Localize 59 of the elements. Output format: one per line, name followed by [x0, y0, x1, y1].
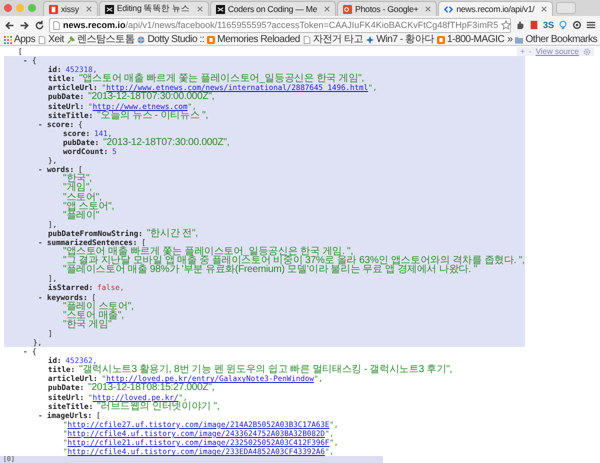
json-value: "앱스토어 매출 빠르게 쫓는 플레이스토어_일등공신은 한국 게임. ", — [63, 247, 354, 256]
bookmark-item[interactable]: 렌스탐스토톰 — [66, 34, 134, 45]
star-icon — [366, 36, 374, 44]
json-value: "그 결과 지난달 모바일 앱 매출 중 플레이스토어 비중이 37%로 올라 63%인 앱스토어와의 격차를 좁혔다. ", — [63, 256, 525, 266]
json-value: "플레이" — [63, 210, 100, 220]
bookmark-item[interactable]: 자전거 타고 — [302, 34, 364, 45]
json-value: "한시간 전", — [146, 228, 198, 238]
back-icon[interactable] — [4, 20, 15, 30]
json-value: "한국", — [63, 174, 92, 184]
browser-tab[interactable]: news.recom.io/api/v1/ — [438, 1, 554, 16]
tool-icon — [66, 36, 75, 44]
bookmark-item[interactable]: Xeit — [38, 34, 64, 45]
bookmark-item[interactable]: 1-800-MAGIC — [437, 34, 504, 45]
json-value: "오늘의 뉴스 - 이티뉴스 ", — [97, 110, 208, 120]
json-value: "2013-12-18T07:30:00.000Z", — [103, 138, 230, 148]
bookmark-item[interactable]: Dotty Studio :: — [137, 34, 204, 45]
bulb-icon[interactable] — [558, 20, 568, 30]
close-icon[interactable] — [324, 6, 330, 12]
json-value: "플레이 스토어", — [63, 302, 134, 311]
json-value: "플레이스토어 매출 98%가 '부분 유료화(Freemium) 모델'이라 불리는 무료 앱 경제에서 나왔다. " — [63, 265, 477, 274]
hand-icon[interactable] — [514, 20, 525, 30]
close-icon[interactable] — [541, 6, 548, 12]
json-value: "스토어 매출", — [63, 310, 124, 320]
json-value: "갤럭시노트3 활용기, 8번 기능 펜 윈도우의 쉽고 빠른 멀티태스킹 - 갤럭시노트3 후기", — [79, 365, 452, 374]
json-value: "스토어", — [63, 192, 102, 202]
bookmark-item[interactable]: Other Bookmarks — [515, 34, 598, 45]
bookmark-item[interactable]: Memories Reloaded — [207, 34, 300, 45]
browser-tab[interactable]: xissy — [43, 1, 98, 16]
json-value: "게임", — [63, 183, 92, 192]
favicon-icon — [343, 4, 352, 14]
json-value: "러브드웹의 인터넷이야기 ", — [97, 402, 220, 411]
reload-icon[interactable] — [34, 20, 45, 30]
favicon-icon — [104, 4, 114, 14]
json-value: "2013-12-18T08:15:27.000Z", — [88, 383, 214, 393]
json-value: "한국 게임" — [63, 320, 112, 329]
menu-icon[interactable] — [586, 20, 596, 30]
browser-tab[interactable]: Coders on Coding — Me — [210, 1, 336, 16]
settings-icon[interactable] — [583, 48, 591, 56]
address-bar[interactable]: news.recom.io/api/v1/news/facebook/1165955595?accessToken=CAAJIuFK4KioBACKvFtCg48fTHpF3imR5 — [49, 18, 511, 32]
code-icon — [444, 4, 454, 14]
browser-tab[interactable]: Photos - Google+ — [337, 1, 438, 16]
bookmark-item[interactable]: Win7 - 황아다 — [366, 34, 434, 45]
browser-tab[interactable]: Editing 똑똑한 뉴스 — [98, 1, 209, 16]
globe-icon — [137, 36, 146, 44]
bookmark-item[interactable]: Apps — [4, 34, 36, 45]
favicon-icon — [49, 4, 58, 14]
json-value: "앱스토어 매출 빠르게 쫓는 플레이스토어_일등공신은 한국 게임", — [79, 74, 364, 84]
bookmark-item[interactable]: » — [507, 34, 512, 45]
favicon-icon — [216, 4, 225, 14]
extension-label[interactable]: 3S — [542, 20, 554, 30]
close-icon[interactable] — [425, 6, 432, 12]
close-icon[interactable] — [86, 6, 92, 12]
close-icon[interactable] — [196, 6, 203, 12]
json-value: "2013-12-18T07:30:00.000Z", — [88, 92, 214, 102]
forward-icon[interactable] — [19, 20, 30, 30]
apps-grid-icon — [4, 36, 12, 44]
close-window-icon[interactable] — [4, 4, 12, 12]
bookmark-star-icon[interactable] — [501, 20, 512, 30]
json-value: "앱 스토어", — [63, 202, 114, 211]
